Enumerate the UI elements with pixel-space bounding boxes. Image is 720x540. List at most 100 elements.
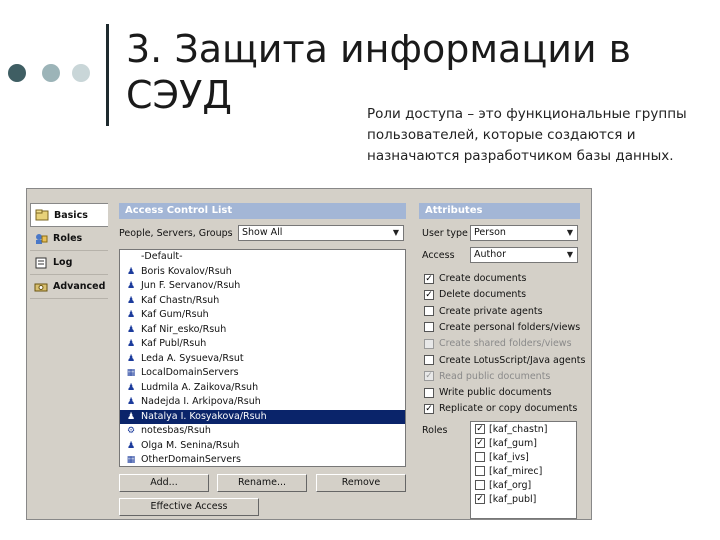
person-icon: ♟ — [126, 339, 136, 349]
access-option[interactable]: Write public documents — [424, 387, 552, 398]
role-name: [kaf_chastn] — [489, 423, 548, 435]
blank-icon — [126, 252, 136, 263]
person-icon: ♟ — [126, 440, 136, 451]
acl-entry-list[interactable]: -Default- ♟ Boris Kovalov/Rsuh ♟ Jun F. Serv… — [119, 249, 406, 467]
access-option[interactable]: ✓ Delete documents — [424, 289, 526, 300]
slide-subtitle: Роли доступа – это функциональные группы… — [367, 106, 687, 164]
user-type-select[interactable]: Person ▼ — [470, 225, 578, 241]
chevron-down-icon: ▼ — [392, 228, 400, 237]
acl-entry-row[interactable]: ♟ Jun F. Servanov/Rsuh — [120, 279, 405, 294]
role-row[interactable]: ✓ [kaf_gum] — [471, 436, 576, 450]
role-name: [kaf_ivs] — [489, 451, 529, 463]
nav-item-basics[interactable]: Basics — [30, 203, 108, 227]
dot-light — [72, 64, 90, 82]
acl-entry-name: Nadejda I. Arkipova/Rsuh — [141, 396, 261, 407]
checkbox[interactable] — [475, 466, 485, 476]
checkbox[interactable] — [424, 322, 434, 333]
checkbox[interactable] — [424, 387, 434, 398]
acl-entry-row[interactable]: -Default- — [120, 250, 405, 265]
add-button[interactable]: Add... — [119, 474, 209, 492]
remove-button[interactable]: Remove — [316, 474, 406, 492]
acl-entry-name: Jun F. Servanov/Rsuh — [141, 280, 241, 291]
acl-entry-row[interactable]: ♟ Kaf Publ/Rsuh — [120, 337, 405, 352]
checkbox[interactable] — [475, 452, 485, 462]
role-row[interactable]: [kaf_mirec] — [471, 464, 576, 478]
checkbox[interactable]: ✓ — [424, 273, 434, 284]
nav-item-log[interactable]: Log — [30, 251, 108, 275]
acl-entry-name: Leda A. Sysueva/Rsut — [141, 352, 244, 364]
acl-entry-name: Natalya I. Kosyakova/Rsuh — [141, 410, 267, 422]
access-option[interactable]: ✓ Replicate or copy documents — [424, 403, 577, 414]
dot-dark — [8, 64, 26, 82]
acl-entry-name: LocalDomainServers — [141, 367, 239, 378]
person-icon: ♟ — [126, 382, 136, 393]
role-name: [kaf_publ] — [489, 493, 537, 505]
access-option-label: Write public documents — [439, 387, 552, 399]
nav-label: Advanced — [53, 281, 106, 292]
access-option[interactable]: Create personal folders/views — [424, 322, 580, 333]
person-icon: ♟ — [126, 353, 136, 364]
acl-entry-row[interactable]: ♟ Ludmila A. Zaikova/Rsuh — [120, 381, 405, 396]
role-row[interactable]: [kaf_ivs] — [471, 450, 576, 464]
access-option-label: Create personal folders/views — [439, 321, 581, 333]
acl-entry-row[interactable]: ♟ Nadejda I. Arkipova/Rsuh — [120, 395, 405, 410]
acl-entry-row[interactable]: ♟ Kaf Gum/Rsuh — [120, 308, 405, 323]
server-icon: ⚙ — [126, 426, 136, 436]
access-option-label: Create private agents — [439, 305, 543, 317]
role-name: [kaf_org] — [489, 479, 532, 491]
roles-list[interactable]: ✓ [kaf_chastn] ✓ [kaf_gum] [kaf_ivs] [kaf_mir… — [470, 421, 577, 519]
acl-entry-row[interactable]: ♟ Natalya I. Kosyakova/Rsuh — [120, 409, 405, 424]
person-icon: ♟ — [126, 397, 136, 407]
checkbox[interactable] — [424, 306, 434, 317]
acl-entry-row[interactable]: ♟ Kaf Chastn/Rsuh — [120, 294, 405, 309]
checkbox[interactable]: ✓ — [475, 424, 485, 434]
acl-filter-select[interactable]: Show All ▼ — [238, 225, 404, 241]
advanced-icon — [33, 280, 49, 294]
access-option[interactable]: ✓ Create documents — [424, 273, 526, 284]
nav-label: Log — [53, 257, 73, 268]
role-name: [kaf_gum] — [489, 437, 537, 449]
person-icon: ♟ — [126, 295, 136, 306]
roles-icon — [33, 232, 49, 246]
acl-entry-row[interactable]: ♟ Leda A. Sysueva/Rsut — [120, 352, 405, 367]
checkbox[interactable]: ✓ — [424, 289, 434, 300]
acl-entry-row[interactable]: ♟ Olga M. Senina/Rsuh — [120, 439, 405, 454]
checkbox[interactable]: ✓ — [424, 403, 434, 414]
acl-filter-label: People, Servers, Groups — [119, 228, 233, 239]
acl-header: Access Control List — [119, 203, 406, 219]
acl-entry-row[interactable]: ▦ LocalDomainServers — [120, 366, 405, 381]
acl-entry-name: Kaf Chastn/Rsuh — [141, 294, 220, 306]
checkbox: ✓ — [424, 371, 434, 382]
nav-label: Roles — [53, 233, 83, 244]
acl-entry-name: -Default- — [141, 251, 183, 262]
nav-item-advanced[interactable]: Advanced — [30, 275, 108, 299]
checkbox[interactable] — [475, 480, 485, 490]
acl-entry-name: notesbas/Rsuh — [141, 425, 211, 436]
acl-entry-row[interactable]: ♟ Boris Kovalov/Rsuh — [120, 265, 405, 280]
acl-entry-row[interactable]: ♟ Kaf Nir_esko/Rsuh — [120, 323, 405, 338]
access-option-label: Delete documents — [439, 289, 527, 301]
checkbox[interactable]: ✓ — [475, 494, 485, 504]
checkbox[interactable] — [424, 355, 434, 365]
role-row[interactable]: [kaf_org] — [471, 478, 576, 492]
nav-item-roles[interactable]: Roles — [30, 227, 108, 251]
acl-nav: Basics Roles Log Advanced — [30, 203, 108, 299]
rename-button[interactable]: Rename... — [217, 474, 307, 492]
person-icon: ♟ — [126, 310, 136, 320]
acl-entry-row[interactable]: ⚙ notesbas/Rsuh — [120, 424, 405, 439]
role-row[interactable]: ✓ [kaf_chastn] — [471, 422, 576, 436]
checkbox — [424, 338, 434, 349]
access-option-label: Read public documents — [439, 370, 551, 382]
effective-access-button[interactable]: Effective Access — [119, 498, 259, 516]
access-select[interactable]: Author ▼ — [470, 247, 578, 263]
access-option[interactable]: Create private agents — [424, 306, 543, 317]
user-type-value: Person — [474, 227, 506, 238]
acl-entry-name: Kaf Nir_esko/Rsuh — [141, 323, 227, 335]
checkbox[interactable]: ✓ — [475, 438, 485, 448]
role-row[interactable]: ✓ [kaf_publ] — [471, 492, 576, 506]
chevron-down-icon: ▼ — [566, 250, 574, 259]
access-option[interactable]: Create LotusScript/Java agents — [424, 355, 585, 366]
acl-entry-row[interactable]: ▦ OtherDomainServers — [120, 453, 405, 466]
role-name: [kaf_mirec] — [489, 465, 543, 477]
access-option-label: Create LotusScript/Java agents — [439, 354, 586, 366]
